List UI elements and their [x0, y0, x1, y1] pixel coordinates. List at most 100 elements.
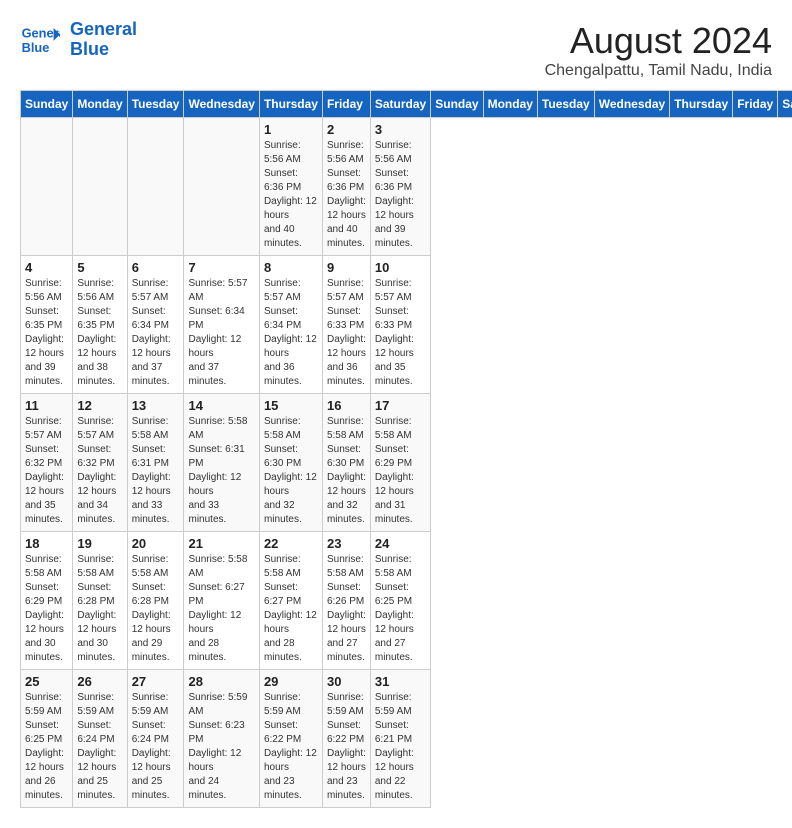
day-info: Sunrise: 5:57 AM Sunset: 6:34 PM Dayligh…	[188, 277, 254, 389]
day-number: 7	[188, 260, 254, 275]
day-number: 25	[25, 674, 68, 689]
calendar-cell: 18 Sunrise: 5:58 AM Sunset: 6:29 PM Dayli…	[21, 532, 73, 670]
calendar-cell: 17Sunrise: 5:58 AM Sunset: 6:29 PM Dayli…	[370, 394, 430, 532]
day-info: Sunrise: 5:58 AM Sunset: 6:31 PM Dayligh…	[188, 415, 254, 527]
col-header-saturday: Saturday	[778, 91, 792, 118]
calendar-cell: 2Sunrise: 5:56 AM Sunset: 6:36 PM Daylig…	[322, 118, 370, 256]
calendar-cell: 20Sunrise: 5:58 AM Sunset: 6:28 PM Dayli…	[127, 532, 184, 670]
calendar-cell: 30Sunrise: 5:59 AM Sunset: 6:22 PM Dayli…	[322, 670, 370, 808]
day-info: Sunrise: 5:56 AM Sunset: 6:35 PM Dayligh…	[25, 277, 68, 389]
day-info: Sunrise: 5:58 AM Sunset: 6:27 PM Dayligh…	[188, 553, 254, 665]
col-header-wednesday: Wednesday	[594, 91, 669, 118]
day-number: 8	[264, 260, 318, 275]
day-info: Sunrise: 5:58 AM Sunset: 6:26 PM Dayligh…	[327, 553, 366, 665]
calendar-week-1: 1 Sunrise: 5:56 AM Sunset: 6:36 PM Daylig…	[21, 118, 792, 256]
calendar-cell: 16Sunrise: 5:58 AM Sunset: 6:30 PM Dayli…	[322, 394, 370, 532]
calendar-week-5: 25Sunrise: 5:59 AM Sunset: 6:25 PM Dayli…	[21, 670, 792, 808]
col-header-saturday: Saturday	[370, 91, 430, 118]
calendar-cell: 24Sunrise: 5:58 AM Sunset: 6:25 PM Dayli…	[370, 532, 430, 670]
day-number: 12	[77, 398, 122, 413]
calendar-table: SundayMondayTuesdayWednesdayThursdayFrid…	[20, 90, 792, 808]
location-subtitle: Chengalpattu, Tamil Nadu, India	[545, 62, 772, 80]
day-number: 6	[132, 260, 180, 275]
day-number: 4	[25, 260, 68, 275]
col-header-tuesday: Tuesday	[537, 91, 594, 118]
day-info: Sunrise: 5:56 AM Sunset: 6:36 PM Dayligh…	[264, 139, 318, 251]
day-info: Sunrise: 5:59 AM Sunset: 6:21 PM Dayligh…	[375, 691, 426, 803]
calendar-cell: 23Sunrise: 5:58 AM Sunset: 6:26 PM Dayli…	[322, 532, 370, 670]
day-info: Sunrise: 5:57 AM Sunset: 6:32 PM Dayligh…	[25, 415, 68, 527]
day-number: 29	[264, 674, 318, 689]
day-number: 9	[327, 260, 366, 275]
calendar-cell: 22Sunrise: 5:58 AM Sunset: 6:27 PM Dayli…	[259, 532, 322, 670]
calendar-cell: 31Sunrise: 5:59 AM Sunset: 6:21 PM Dayli…	[370, 670, 430, 808]
calendar-cell: 13Sunrise: 5:58 AM Sunset: 6:31 PM Dayli…	[127, 394, 184, 532]
day-info: Sunrise: 5:57 AM Sunset: 6:34 PM Dayligh…	[264, 277, 318, 389]
day-number: 21	[188, 536, 254, 551]
col-header-thursday: Thursday	[670, 91, 733, 118]
calendar-cell	[127, 118, 184, 256]
day-info: Sunrise: 5:58 AM Sunset: 6:30 PM Dayligh…	[264, 415, 318, 527]
calendar-cell	[184, 118, 259, 256]
day-number: 14	[188, 398, 254, 413]
day-info: Sunrise: 5:59 AM Sunset: 6:24 PM Dayligh…	[77, 691, 122, 803]
logo-text-line2: Blue	[70, 40, 137, 60]
calendar-header-row: SundayMondayTuesdayWednesdayThursdayFrid…	[21, 91, 792, 118]
logo-text-line1: General	[70, 20, 137, 40]
calendar-cell	[21, 118, 73, 256]
day-number: 17	[375, 398, 426, 413]
logo-icon: General Blue	[20, 20, 60, 60]
col-header-monday: Monday	[483, 91, 537, 118]
calendar-week-3: 11 Sunrise: 5:57 AM Sunset: 6:32 PM Dayli…	[21, 394, 792, 532]
month-year-title: August 2024	[545, 20, 772, 62]
calendar-week-4: 18 Sunrise: 5:58 AM Sunset: 6:29 PM Dayli…	[21, 532, 792, 670]
day-info: Sunrise: 5:58 AM Sunset: 6:31 PM Dayligh…	[132, 415, 180, 527]
day-number: 3	[375, 122, 426, 137]
day-number: 15	[264, 398, 318, 413]
day-number: 11	[25, 398, 68, 413]
col-header-thursday: Thursday	[259, 91, 322, 118]
calendar-cell: 27Sunrise: 5:59 AM Sunset: 6:24 PM Dayli…	[127, 670, 184, 808]
day-info: Sunrise: 5:57 AM Sunset: 6:33 PM Dayligh…	[375, 277, 426, 389]
day-number: 22	[264, 536, 318, 551]
day-number: 2	[327, 122, 366, 137]
day-info: Sunrise: 5:58 AM Sunset: 6:28 PM Dayligh…	[77, 553, 122, 665]
day-info: Sunrise: 5:56 AM Sunset: 6:36 PM Dayligh…	[375, 139, 426, 251]
day-number: 28	[188, 674, 254, 689]
day-number: 16	[327, 398, 366, 413]
calendar-week-2: 4 Sunrise: 5:56 AM Sunset: 6:35 PM Daylig…	[21, 256, 792, 394]
day-info: Sunrise: 5:58 AM Sunset: 6:25 PM Dayligh…	[375, 553, 426, 665]
day-number: 26	[77, 674, 122, 689]
day-info: Sunrise: 5:57 AM Sunset: 6:32 PM Dayligh…	[77, 415, 122, 527]
col-header-monday: Monday	[73, 91, 127, 118]
day-info: Sunrise: 5:58 AM Sunset: 6:29 PM Dayligh…	[25, 553, 68, 665]
calendar-cell: 6 Sunrise: 5:57 AM Sunset: 6:34 PM Daylig…	[127, 256, 184, 394]
day-number: 30	[327, 674, 366, 689]
title-area: August 2024 Chengalpattu, Tamil Nadu, In…	[545, 20, 772, 80]
day-number: 20	[132, 536, 180, 551]
day-number: 10	[375, 260, 426, 275]
calendar-cell: 15 Sunrise: 5:58 AM Sunset: 6:30 PM Dayli…	[259, 394, 322, 532]
day-info: Sunrise: 5:57 AM Sunset: 6:34 PM Dayligh…	[132, 277, 180, 389]
col-header-friday: Friday	[733, 91, 778, 118]
day-info: Sunrise: 5:59 AM Sunset: 6:22 PM Dayligh…	[264, 691, 318, 803]
calendar-cell: 7 Sunrise: 5:57 AM Sunset: 6:34 PM Daylig…	[184, 256, 259, 394]
day-info: Sunrise: 5:59 AM Sunset: 6:23 PM Dayligh…	[188, 691, 254, 803]
col-header-tuesday: Tuesday	[127, 91, 184, 118]
calendar-cell: 21 Sunrise: 5:58 AM Sunset: 6:27 PM Dayli…	[184, 532, 259, 670]
calendar-cell: 9Sunrise: 5:57 AM Sunset: 6:33 PM Daylig…	[322, 256, 370, 394]
calendar-cell: 11 Sunrise: 5:57 AM Sunset: 6:32 PM Dayli…	[21, 394, 73, 532]
svg-text:Blue: Blue	[22, 40, 50, 55]
calendar-cell	[73, 118, 127, 256]
calendar-cell: 3 Sunrise: 5:56 AM Sunset: 6:36 PM Daylig…	[370, 118, 430, 256]
day-number: 18	[25, 536, 68, 551]
calendar-cell: 1 Sunrise: 5:56 AM Sunset: 6:36 PM Daylig…	[259, 118, 322, 256]
calendar-cell: 12 Sunrise: 5:57 AM Sunset: 6:32 PM Dayli…	[73, 394, 127, 532]
day-number: 19	[77, 536, 122, 551]
calendar-cell: 4 Sunrise: 5:56 AM Sunset: 6:35 PM Daylig…	[21, 256, 73, 394]
calendar-cell: 29 Sunrise: 5:59 AM Sunset: 6:22 PM Dayli…	[259, 670, 322, 808]
col-header-sunday: Sunday	[431, 91, 483, 118]
day-number: 5	[77, 260, 122, 275]
day-number: 1	[264, 122, 318, 137]
col-header-sunday: Sunday	[21, 91, 73, 118]
